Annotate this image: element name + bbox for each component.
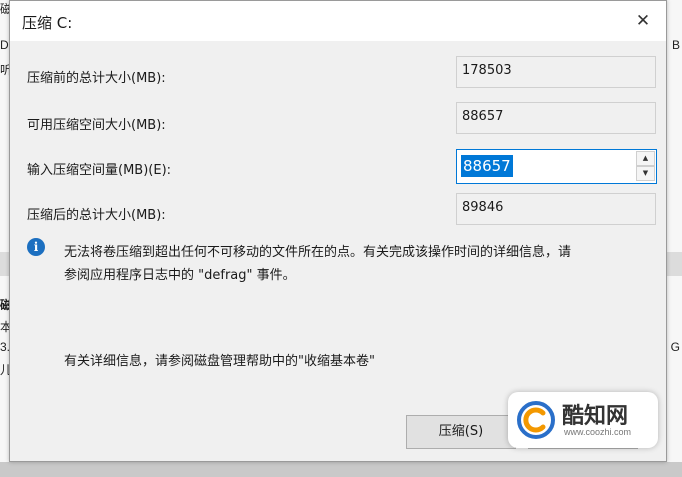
coozhi-logo-icon — [517, 401, 555, 439]
background-band-right — [666, 252, 682, 276]
shrink-amount-input[interactable]: 88657 — [461, 155, 513, 177]
total-size-after-label: 压缩后的总计大小(MB): — [27, 208, 166, 223]
total-size-before-label: 压缩前的总计大小(MB): — [27, 71, 166, 86]
watermark-url: www.coozhi.com — [564, 427, 632, 437]
shrink-amount-stepper[interactable]: 88657 ▲ ▼ — [456, 149, 657, 184]
title-bar: 压缩 C: ✕ — [10, 1, 666, 41]
info-message-line2: 参阅应用程序日志中的 "defrag" 事件。 — [64, 268, 296, 283]
info-icon: i — [27, 238, 45, 256]
background-bottom-bar — [0, 462, 682, 477]
available-shrink-label: 可用压缩空间大小(MB): — [27, 118, 166, 133]
background-window-right — [666, 0, 682, 477]
shrink-amount-label: 输入压缩空间量(MB)(E): — [27, 163, 172, 178]
dialog-title: 压缩 C: — [22, 14, 73, 32]
total-size-before-field: 178503 — [456, 56, 656, 88]
increment-icon[interactable]: ▲ — [636, 151, 655, 166]
help-text: 有关详细信息，请参阅磁盘管理帮助中的"收缩基本卷" — [64, 354, 375, 369]
available-shrink-field: 88657 — [456, 102, 656, 134]
decrement-icon[interactable]: ▼ — [636, 166, 655, 181]
shrink-button[interactable]: 压缩(S) — [406, 415, 516, 449]
info-message-line1: 无法将卷压缩到超出任何不可移动的文件所在的点。有关完成该操作时间的详细信息，请 — [64, 245, 572, 260]
close-icon[interactable]: ✕ — [620, 1, 666, 41]
total-size-after-field: 89846 — [456, 193, 656, 225]
watermark-badge: 酷知网 www.coozhi.com — [508, 392, 658, 448]
stepper-buttons: ▲ ▼ — [636, 151, 655, 182]
bg-text-fragment: G — [670, 340, 680, 354]
bg-text-fragment: B — [671, 38, 680, 52]
watermark-name: 酷知网 — [562, 404, 629, 429]
